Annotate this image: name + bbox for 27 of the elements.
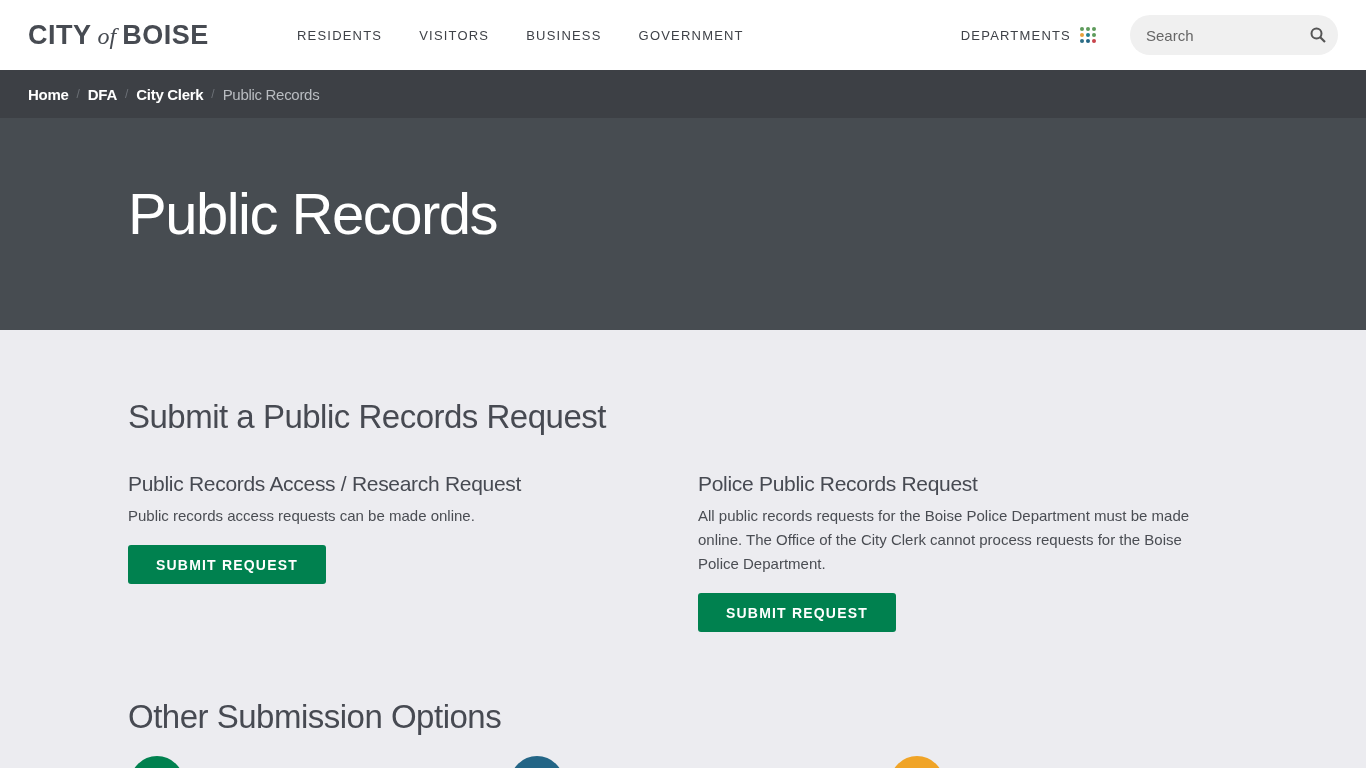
- breadcrumb-link[interactable]: City Clerk: [136, 85, 204, 103]
- logo-text[interactable]: of: [97, 22, 117, 50]
- current-page-label: Public Records: [222, 85, 320, 103]
- submit-request-button[interactable]: SUBMIT REQUEST: [698, 593, 896, 632]
- section-heading: Other Submission Options: [128, 698, 503, 736]
- nav-link[interactable]: GOVERNMENT: [638, 27, 744, 43]
- breadcrumb-link[interactable]: DFA: [87, 85, 117, 103]
- breadcrumb-separator: /: [124, 87, 129, 101]
- request-description: All public records requests for the Boise Police Department must be made online. The Office of the City Clerk cannot process requests for the Boise Police Department.: [698, 506, 1191, 574]
- request-heading: Police Public Records Request: [698, 472, 978, 496]
- search-field[interactable]: Search: [1130, 15, 1338, 55]
- grid-icon: [1080, 27, 1096, 43]
- search-icon[interactable]: [1310, 27, 1326, 43]
- departments-link[interactable]: DEPARTMENTS: [960, 27, 1096, 43]
- request-description: Public records access requests can be made online.: [128, 506, 475, 526]
- logo-text[interactable]: BOISE: [122, 19, 209, 51]
- nav-link[interactable]: VISITORS: [419, 27, 490, 43]
- request-heading: Public Records Access / Research Request: [128, 472, 522, 496]
- logo-text[interactable]: CITY: [28, 19, 92, 51]
- nav-link[interactable]: BUSINESS: [526, 27, 602, 43]
- submit-request-button[interactable]: SUBMIT REQUEST: [128, 545, 326, 584]
- breadcrumb-separator: /: [211, 87, 215, 101]
- section-heading: Submit a Public Records Request: [128, 398, 608, 436]
- page-title: Public Records: [128, 180, 499, 247]
- breadcrumb-link[interactable]: Home: [28, 85, 69, 103]
- nav-link[interactable]: RESIDENTS: [297, 27, 383, 43]
- breadcrumb-separator: /: [76, 87, 80, 101]
